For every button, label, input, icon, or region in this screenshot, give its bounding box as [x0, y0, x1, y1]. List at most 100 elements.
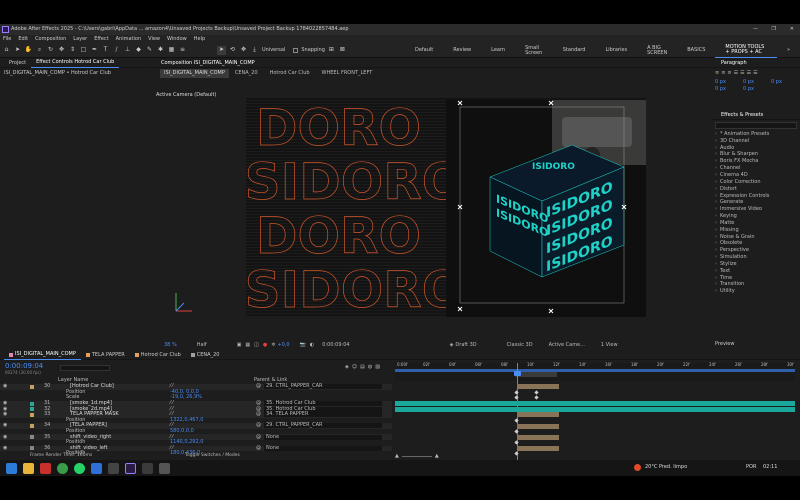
layer-duration-bar[interactable] — [517, 445, 559, 451]
justify-center-icon[interactable]: ☰ — [740, 71, 744, 76]
timeline-tab-tela[interactable]: TELA PAPPER — [81, 351, 130, 360]
menu-help[interactable]: Help — [194, 36, 205, 42]
close-button[interactable]: ✕ — [790, 27, 794, 32]
zoom-out-icon[interactable]: ▲ — [395, 454, 399, 459]
home-icon[interactable]: ⌂ — [2, 46, 11, 55]
weather-icon[interactable] — [634, 464, 641, 471]
visibility-eye-icon[interactable]: ◉ — [3, 384, 7, 389]
snapping-label[interactable]: Snapping — [301, 47, 325, 53]
label-color-swatch[interactable] — [30, 412, 34, 417]
renderer-icon[interactable]: ◈ — [450, 342, 454, 348]
motion-blur-switch-icon[interactable]: ◍ — [368, 365, 372, 370]
visibility-eye-icon[interactable]: ◉ — [3, 445, 7, 451]
parent-pickwhip-icon[interactable]: @ — [256, 423, 261, 428]
align-icon[interactable]: ≡ — [178, 46, 187, 55]
universal-label[interactable]: Universal — [262, 47, 285, 53]
toggle-switches-modes[interactable]: Toggle Switches / Modes — [185, 453, 240, 459]
workspace-small-screen[interactable]: Small Screen — [515, 43, 553, 58]
workspace-default[interactable]: Default — [405, 43, 443, 58]
timeline-tab-cena[interactable]: CENA_20 — [186, 351, 225, 360]
effects-category-item[interactable]: › Keying — [712, 213, 800, 220]
transparency-grid-icon[interactable]: ▦ — [245, 342, 250, 348]
paragraph-title[interactable]: Paragraph — [716, 59, 752, 68]
flow-tab-main[interactable]: ISI_DIGITAL_MAIN_COMP — [160, 68, 229, 78]
shape-tool-icon[interactable]: □ — [79, 46, 88, 55]
effects-category-item[interactable]: › * Animation Presets — [712, 131, 800, 138]
menu-window[interactable]: Window — [167, 36, 187, 42]
layer-duration-bar[interactable] — [517, 412, 559, 418]
orbit-3d-icon[interactable]: ⟲ — [228, 46, 237, 55]
effects-category-item[interactable]: › Simulation — [712, 254, 800, 261]
label-color-swatch[interactable] — [30, 423, 34, 428]
view-layout-dropdown[interactable]: 1 View — [601, 342, 618, 348]
property-value[interactable]: 1322,0,467,0 — [170, 417, 203, 423]
store-icon[interactable] — [108, 462, 119, 474]
universal-tool-icon[interactable]: ➤ — [217, 45, 226, 55]
eraser-tool-icon[interactable]: ◆ — [134, 46, 143, 55]
parent-pickwhip-icon[interactable]: @ — [256, 434, 261, 440]
time-ruler[interactable]: 0:00f 02f 04f 06f 08f 10f 12f 14f 16f 18f 20f 22f 24… — [395, 363, 795, 381]
composition-viewer[interactable]: DORO ISIDORO DORO ISIDORO ISIDORO ISIDOR… — [246, 97, 646, 317]
zoom-tool-icon[interactable]: ⌕ — [35, 46, 44, 55]
after-effects-icon[interactable] — [125, 462, 136, 474]
pen-tool-icon[interactable]: ✒ — [90, 46, 99, 55]
chrome-icon[interactable] — [57, 462, 68, 474]
file-explorer-icon[interactable] — [23, 462, 34, 474]
clone-tool-icon[interactable]: ⊥ — [123, 46, 132, 55]
zoom-slider[interactable]: ▲ ▲ — [395, 454, 439, 459]
flow-tab-cena[interactable]: CENA_20 — [229, 69, 264, 78]
flow-tab-hotrod[interactable]: Hotrod Car Club — [264, 69, 316, 78]
parent-pickwhip-icon[interactable]: @ — [256, 384, 261, 389]
effects-category-item[interactable]: › Color Correction — [712, 179, 800, 186]
layer-duration-bar[interactable] — [395, 401, 795, 407]
keyframe-icon[interactable] — [534, 390, 539, 395]
indent-right-field[interactable]: 0 px — [743, 80, 769, 85]
tab-project[interactable]: Project — [4, 59, 31, 68]
effects-category-item[interactable]: › Text — [712, 268, 800, 275]
settings-icon[interactable] — [159, 462, 170, 474]
acrobat-icon[interactable] — [40, 462, 51, 474]
dolly-tool-icon[interactable]: ⇕ — [68, 46, 77, 55]
snap-icon[interactable]: ⊞ — [327, 46, 336, 55]
weather-text[interactable]: 20°C Pred. limpo — [645, 465, 687, 470]
property-value[interactable]: 1140,0,292,0 — [170, 440, 203, 445]
keyframe-icon[interactable] — [534, 395, 539, 401]
label-color-swatch[interactable] — [30, 401, 34, 406]
workspace-learn[interactable]: Learn — [481, 43, 515, 58]
label-color-swatch[interactable] — [30, 407, 34, 412]
menu-layer[interactable]: Layer — [73, 36, 87, 42]
maximize-button[interactable]: ❐ — [772, 27, 776, 32]
property-value[interactable]: 580,0,0,0 — [170, 429, 194, 434]
whatsapp-icon[interactable] — [74, 462, 85, 474]
orbit-tool-icon[interactable]: ↻ — [46, 46, 55, 55]
label-color-swatch[interactable] — [30, 384, 34, 389]
effects-category-item[interactable]: › Stylize — [712, 261, 800, 268]
pan-tool-icon[interactable]: ✥ — [57, 46, 66, 55]
workspace-basics[interactable]: BASICS — [677, 43, 715, 58]
indent-first-field[interactable]: 0 px — [771, 80, 797, 85]
parent-pickwhip-icon[interactable]: @ — [256, 412, 261, 417]
flow-tab-wheel[interactable]: WHEEL FRONT_LEFT — [316, 69, 379, 78]
show-snapshot-icon[interactable]: ◐ — [310, 342, 314, 348]
effects-category-item[interactable]: › Matte — [712, 220, 800, 227]
tab-composition[interactable]: Composition ISI_DIGITAL_MAIN_COMP — [156, 59, 260, 68]
workspace-standard[interactable]: Standard — [553, 43, 596, 58]
draft-3d-switch-icon[interactable]: ◈ — [345, 365, 349, 370]
layer-duration-bar[interactable] — [517, 434, 559, 440]
effects-category-item[interactable]: › Utility — [712, 288, 800, 295]
graph-editor-icon[interactable]: ▨ — [375, 365, 380, 370]
preview-tab[interactable]: Preview — [715, 342, 734, 347]
space-before-field[interactable]: 0 px — [715, 87, 741, 92]
menu-view[interactable]: View — [148, 36, 160, 42]
visibility-eye-icon[interactable]: ◉ — [3, 434, 7, 440]
start-icon[interactable] — [6, 462, 17, 474]
snapping-checkbox[interactable] — [293, 47, 299, 53]
hand-tool-icon[interactable]: ✋ — [24, 46, 33, 55]
region-icon[interactable]: ▣ — [237, 342, 242, 348]
indent-left-field[interactable]: 0 px — [715, 80, 741, 85]
effects-category-item[interactable]: › Missing — [712, 227, 800, 234]
snapshot-icon[interactable]: 📷 — [300, 342, 306, 348]
workspace-review[interactable]: Review — [443, 43, 481, 58]
color-channel-icon[interactable]: ● — [263, 342, 267, 348]
workspace-big-screen[interactable]: A BIG SCREEN — [637, 43, 677, 58]
